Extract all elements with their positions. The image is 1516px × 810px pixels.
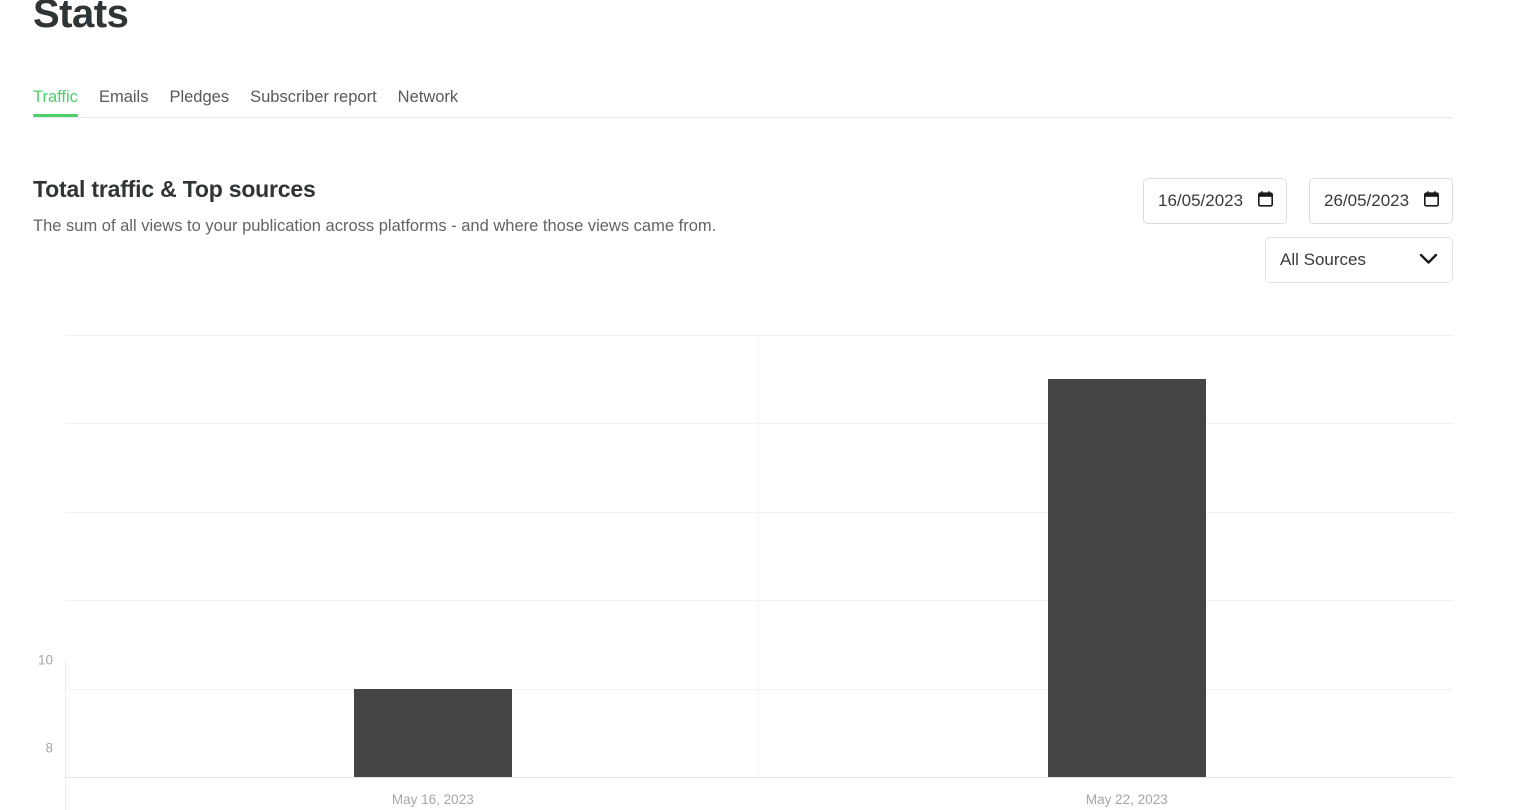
end-date-value: 26/05/2023 <box>1324 191 1410 210</box>
source-select[interactable]: All Sources <box>1265 237 1453 283</box>
page-title: Stats <box>33 0 129 36</box>
end-date-input[interactable]: 26/05/2023 <box>1309 178 1453 224</box>
traffic-bar-chart: 0246810 May 16, 2023May 22, 2023 <box>0 325 1516 810</box>
chart-plot-area <box>65 335 1453 778</box>
y-axis-tick-label: 8 <box>45 740 53 756</box>
date-range-row: 16/05/2023 26/05/2023 <box>1143 178 1453 224</box>
tab-emails[interactable]: Emails <box>98 87 170 118</box>
section-title: Total traffic & Top sources <box>33 176 316 202</box>
start-date-input[interactable]: 16/05/2023 <box>1143 178 1287 224</box>
vertical-gridline <box>758 335 759 777</box>
section-header: Total traffic & Top sources The sum of a… <box>33 176 1033 237</box>
tab-list: Traffic Emails Pledges Subscriber report… <box>33 75 1453 117</box>
tab-network[interactable]: Network <box>397 87 480 118</box>
tab-traffic-label: Traffic <box>33 87 78 106</box>
stats-page: Stats Traffic Emails Pledges Subscriber … <box>0 0 1516 810</box>
y-axis-ticks: 0246810 <box>0 653 53 810</box>
gridline <box>65 423 1453 425</box>
tab-emails-label: Emails <box>98 87 149 106</box>
x-axis-tick-label: May 22, 2023 <box>1085 792 1168 807</box>
calendar-icon[interactable] <box>1258 190 1273 212</box>
start-date-value: 16/05/2023 <box>1158 191 1244 210</box>
tab-bar: Traffic Emails Pledges Subscriber report… <box>33 75 1453 120</box>
gridline <box>65 600 1453 602</box>
chevron-down-icon[interactable] <box>1419 250 1438 270</box>
y-axis-tick-label: 10 <box>37 652 53 668</box>
bar[interactable] <box>1047 379 1206 777</box>
filter-controls: 16/05/2023 26/05/2023 All Sources <box>1143 178 1453 283</box>
gridline <box>65 335 1453 336</box>
tab-traffic[interactable]: Traffic <box>33 87 99 118</box>
calendar-icon[interactable] <box>1424 190 1439 212</box>
gridline <box>65 777 1453 778</box>
section-subtitle: The sum of all views to your publication… <box>33 216 717 235</box>
tab-subscriber-report-label: Subscriber report <box>250 87 377 106</box>
tab-network-label: Network <box>397 87 459 106</box>
tab-subscriber-report[interactable]: Subscriber report <box>250 87 398 118</box>
tab-divider <box>33 117 1453 118</box>
gridline <box>65 688 1453 690</box>
tab-pledges-label: Pledges <box>169 87 230 106</box>
gridline <box>65 511 1453 513</box>
bar[interactable] <box>353 688 512 777</box>
x-axis-tick-label: May 16, 2023 <box>391 792 474 807</box>
tab-pledges[interactable]: Pledges <box>169 87 250 118</box>
source-select-value: All Sources <box>1280 250 1366 269</box>
